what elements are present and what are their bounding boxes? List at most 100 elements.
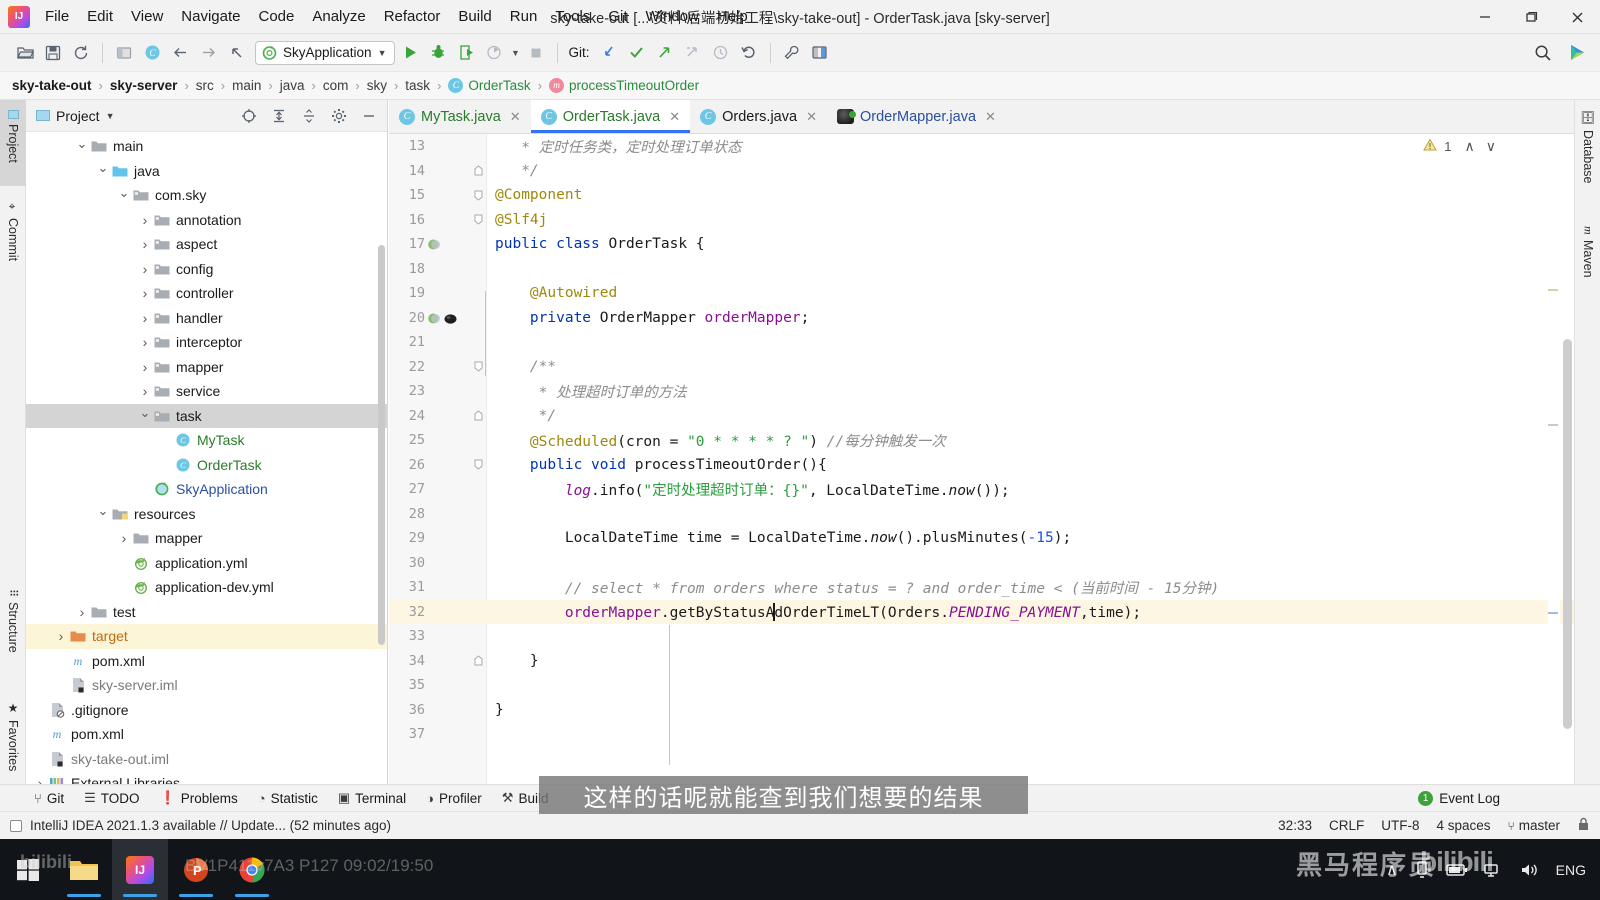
tree-node-controller[interactable]: › controller <box>26 281 387 306</box>
chevron-right-icon[interactable]: › <box>137 212 153 228</box>
tree-node-test[interactable]: › test <box>26 600 387 625</box>
open-folder-icon[interactable] <box>12 40 38 66</box>
breadcrumb-item-task[interactable]: task <box>405 78 430 93</box>
tree-node-task[interactable]: ⌄ task <box>26 403 387 428</box>
caret-marker[interactable] <box>1548 612 1558 614</box>
tree-node-pom.xml[interactable]: m pom.xml <box>26 649 387 674</box>
code-line[interactable]: 17 public class OrderTask { <box>389 232 1574 257</box>
code-line[interactable]: 13 * 定时任务类，定时处理订单状态 <box>389 134 1574 159</box>
project-scrollbar[interactable] <box>378 245 385 645</box>
chevron-right-icon[interactable]: › <box>137 383 153 399</box>
git-commit-icon[interactable] <box>624 40 650 66</box>
code-line[interactable]: 25 @Scheduled(cron = "0 * * * * ? ") //每… <box>389 428 1574 453</box>
save-all-icon[interactable] <box>40 40 66 66</box>
editor-tab-ordermapper-java[interactable]: OrderMapper.java ✕ <box>826 100 1006 133</box>
fold-end-icon[interactable] <box>471 404 485 429</box>
tree-node-ordertask[interactable]: C OrderTask <box>26 453 387 478</box>
menu-view[interactable]: View <box>122 4 172 29</box>
gutter-icons[interactable] <box>427 232 467 257</box>
tree-node-aspect[interactable]: › aspect <box>26 232 387 257</box>
undo-arrow-icon[interactable] <box>223 40 249 66</box>
tree-node-main[interactable]: ⌄ main <box>26 134 387 159</box>
close-tab-icon[interactable]: ✕ <box>985 109 996 125</box>
tree-node-external-libraries[interactable]: › External Libraries <box>26 771 387 784</box>
compile-icon[interactable]: C <box>139 40 165 66</box>
bottom-tab-git[interactable]: ⑂ Git <box>34 791 64 806</box>
taskbar-intellij-idea[interactable]: IJ <box>112 839 168 900</box>
expand-all-icon[interactable] <box>267 104 291 128</box>
settings-gear-icon[interactable] <box>327 104 351 128</box>
fold-start-icon[interactable] <box>471 183 485 208</box>
tree-node-skyapplication[interactable]: SkyApplication <box>26 477 387 502</box>
tree-node-annotation[interactable]: › annotation <box>26 208 387 233</box>
chevron-right-icon[interactable]: › <box>53 628 69 644</box>
code-line[interactable]: 26 public void processTimeoutOrder(){ <box>389 453 1574 478</box>
editor-marker-bar[interactable] <box>1548 134 1560 784</box>
change-marker[interactable] <box>1548 424 1558 426</box>
tree-node-.gitignore[interactable]: .gitignore <box>26 698 387 723</box>
bottom-tab-profiler[interactable]: ◑ Profiler <box>426 791 482 806</box>
code-line[interactable]: 21 <box>389 330 1574 355</box>
hide-icon[interactable] <box>357 104 381 128</box>
tree-node-handler[interactable]: › handler <box>26 306 387 331</box>
chevron-right-icon[interactable]: › <box>116 530 132 546</box>
close-tab-icon[interactable]: ✕ <box>510 109 521 125</box>
project-dropdown-icon[interactable]: ▼ <box>106 111 115 121</box>
profile-dropdown-icon[interactable]: ▼ <box>509 40 521 66</box>
menu-git[interactable]: Git <box>599 4 636 29</box>
chevron-right-icon[interactable]: › <box>137 359 153 375</box>
run-configuration-selector[interactable]: SkyApplication ▼ <box>255 40 396 65</box>
volume-icon[interactable] <box>1520 862 1540 878</box>
run-with-coverage-icon[interactable] <box>453 40 479 66</box>
lock-icon[interactable] <box>1577 817 1590 834</box>
code-line[interactable]: 16 @Slf4j <box>389 208 1574 233</box>
git-push-icon[interactable] <box>652 40 678 66</box>
git-branch-widget[interactable]: ⑂ master <box>1508 818 1560 833</box>
file-encoding[interactable]: UTF-8 <box>1381 818 1419 833</box>
back-icon[interactable] <box>167 40 193 66</box>
code-line[interactable]: 15 @Component <box>389 183 1574 208</box>
chevron-right-icon[interactable]: › <box>137 236 153 252</box>
chevron-down-icon[interactable]: ⌄ <box>74 136 90 152</box>
code-line[interactable]: 18 <box>389 257 1574 282</box>
close-tab-icon[interactable]: ✕ <box>806 109 817 125</box>
sidebar-item-project[interactable]: Project <box>0 100 26 186</box>
collapse-all-icon[interactable] <box>297 104 321 128</box>
tree-node-application.yml[interactable]: application.yml <box>26 551 387 576</box>
menu-help[interactable]: Help <box>708 4 757 29</box>
menu-refactor[interactable]: Refactor <box>375 4 450 29</box>
breadcrumb-item-processtimeoutorder[interactable]: m processTimeoutOrder <box>549 78 699 93</box>
breadcrumb-item-src[interactable]: src <box>196 78 214 93</box>
menu-tools[interactable]: Tools <box>546 4 599 29</box>
locate-icon[interactable] <box>237 104 261 128</box>
menu-navigate[interactable]: Navigate <box>172 4 249 29</box>
chevron-right-icon[interactable]: › <box>137 261 153 277</box>
caret-position[interactable]: 32:33 <box>1278 818 1312 833</box>
close-tab-icon[interactable]: ✕ <box>669 109 680 125</box>
code-line[interactable]: 27 log.info("定时处理超时订单：{}", LocalDateTime… <box>389 477 1574 502</box>
code-line[interactable]: 22 /** <box>389 355 1574 380</box>
breadcrumb-item-com[interactable]: com <box>323 78 349 93</box>
code-line[interactable]: 14 */ <box>389 159 1574 184</box>
bottom-tab-statistic[interactable]: ◔ Statistic <box>258 791 318 806</box>
chevron-down-icon[interactable]: ⌄ <box>95 503 111 519</box>
chevron-right-icon[interactable]: › <box>74 604 90 620</box>
sidebar-item-commit[interactable]: ⌖ Commit <box>0 192 26 290</box>
breadcrumb-item-sky-take-out[interactable]: sky-take-out <box>12 78 92 93</box>
ide-feedback-icon[interactable] <box>1564 40 1590 66</box>
profile-icon[interactable] <box>481 40 507 66</box>
git-update-icon[interactable] <box>596 40 622 66</box>
fold-end-icon[interactable] <box>471 649 485 674</box>
event-log-button[interactable]: 1 Event Log <box>1418 790 1500 806</box>
chevron-down-icon[interactable]: ⌄ <box>116 185 132 201</box>
breadcrumb-item-sky-server[interactable]: sky-server <box>110 78 178 93</box>
git-history-icon[interactable] <box>708 40 734 66</box>
tree-node-mapper[interactable]: › mapper <box>26 526 387 551</box>
code-line[interactable]: 31 // select * from orders where status … <box>389 575 1574 600</box>
chevron-down-icon[interactable]: ⌄ <box>95 160 111 176</box>
menu-file[interactable]: File <box>36 4 78 29</box>
sidebar-item-database[interactable]: 🗄 Database <box>1575 100 1600 210</box>
tree-node-config[interactable]: › config <box>26 257 387 282</box>
breadcrumb-item-java[interactable]: java <box>280 78 305 93</box>
maximize-button[interactable] <box>1508 0 1554 34</box>
